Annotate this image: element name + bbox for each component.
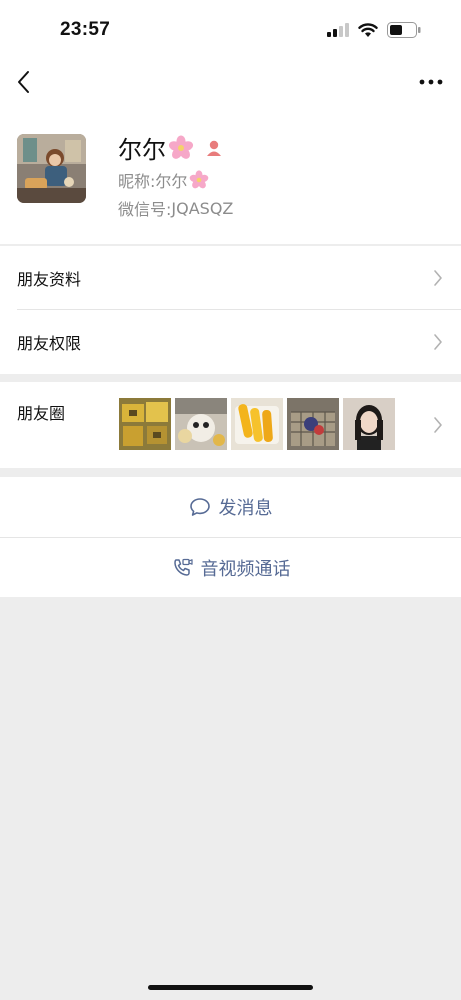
- cherry-blossom-icon: [168, 135, 194, 159]
- chevron-right-icon: [434, 417, 442, 433]
- more-dots-icon[interactable]: [419, 70, 443, 94]
- profile-header: 尔尔 昵称: 尔尔 微信号: JQASQZ: [0, 104, 461, 244]
- status-time: 23:57: [60, 19, 111, 40]
- chevron-left-icon[interactable]: [14, 68, 38, 96]
- moments-thumbnail: [343, 398, 395, 450]
- moments-thumbnail: [175, 398, 227, 450]
- moments-row[interactable]: 朋友圈: [0, 382, 461, 468]
- nickname-label: 昵称:: [118, 172, 156, 191]
- friend-permissions-row[interactable]: 朋友权限: [0, 310, 461, 374]
- female-icon: [207, 140, 221, 156]
- moments-thumbnail: [119, 398, 171, 450]
- wechat-id-label: 微信号:: [118, 200, 172, 219]
- chevron-right-icon: [434, 334, 442, 350]
- chevron-right-icon: [434, 270, 442, 286]
- name-row: 尔尔: [118, 130, 224, 165]
- moments-thumbnail: [287, 398, 339, 450]
- cherry-blossom-icon: [190, 170, 209, 189]
- contact-name: 尔尔: [118, 136, 166, 164]
- send-message-button[interactable]: 发消息: [0, 477, 461, 537]
- wifi-icon: [358, 22, 378, 37]
- nickname-line: 昵称: 尔尔: [118, 168, 209, 192]
- status-icons: [327, 22, 421, 38]
- moments-label: 朋友圈: [17, 404, 66, 423]
- nav-bar: [0, 60, 461, 104]
- nickname-value: 尔尔: [155, 172, 188, 191]
- cellular-signal-icon: [327, 23, 349, 37]
- avatar[interactable]: [17, 134, 86, 203]
- friend-info-row[interactable]: 朋友资料: [0, 246, 461, 310]
- wechat-id-value: JQASQZ: [171, 198, 234, 218]
- friend-info-label: 朋友资料: [17, 270, 82, 289]
- battery-icon: [387, 22, 421, 38]
- send-message-label: 发消息: [218, 498, 273, 519]
- video-call-label: 音视频通话: [200, 558, 291, 580]
- wechat-id-line: 微信号: JQASQZ: [118, 196, 233, 220]
- status-bar: 23:57: [0, 0, 461, 60]
- moments-thumbnail: [231, 398, 283, 450]
- video-call-button[interactable]: 音视频通话: [0, 537, 461, 597]
- moments-thumbnails: [119, 398, 395, 450]
- chat-bubble-icon: [189, 498, 210, 516]
- phone-video-icon: [173, 558, 193, 576]
- home-indicator: [148, 985, 313, 990]
- friend-settings-list: 朋友资料 朋友权限: [0, 246, 461, 374]
- friend-permissions-label: 朋友权限: [17, 334, 82, 353]
